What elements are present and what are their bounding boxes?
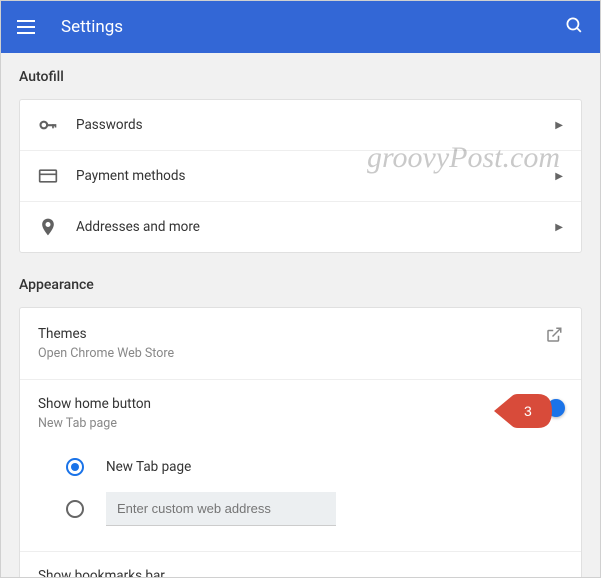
radio-newtab[interactable] <box>66 458 84 476</box>
section-title-appearance: Appearance <box>19 277 582 293</box>
show-home-button-row: Show home button New Tab page New Tab pa… <box>20 380 581 552</box>
show-home-sub: New Tab page <box>38 416 533 431</box>
radio-custom-row[interactable] <box>66 491 563 527</box>
addresses-label: Addresses and more <box>76 219 555 235</box>
location-icon <box>38 217 76 237</box>
external-link-icon[interactable] <box>545 326 563 348</box>
autofill-section: Autofill Passwords ▶ Payment methods ▶ <box>1 53 600 261</box>
passwords-label: Passwords <box>76 117 555 133</box>
chevron-right-icon: ▶ <box>555 120 563 131</box>
content-scroll[interactable]: Autofill Passwords ▶ Payment methods ▶ <box>1 53 600 577</box>
themes-title: Themes <box>38 326 545 342</box>
payment-label: Payment methods <box>76 168 555 184</box>
show-bookmarks-row[interactable]: Show bookmarks bar <box>20 552 581 577</box>
page-title: Settings <box>61 17 565 37</box>
appearance-card: Themes Open Chrome Web Store Show home b… <box>19 307 582 577</box>
radio-newtab-label: New Tab page <box>106 459 191 475</box>
show-home-title: Show home button <box>38 396 533 412</box>
card-icon <box>38 166 76 186</box>
menu-icon[interactable] <box>17 15 41 39</box>
payment-row[interactable]: Payment methods ▶ <box>20 151 581 202</box>
search-icon[interactable] <box>565 16 584 39</box>
themes-sub: Open Chrome Web Store <box>38 346 545 361</box>
appearance-section: Appearance Themes Open Chrome Web Store … <box>1 261 600 577</box>
addresses-row[interactable]: Addresses and more ▶ <box>20 202 581 252</box>
passwords-row[interactable]: Passwords ▶ <box>20 100 581 151</box>
section-title-autofill: Autofill <box>19 69 582 85</box>
home-radio-group: New Tab page <box>38 449 563 527</box>
chevron-right-icon: ▶ <box>555 171 563 182</box>
show-bookmarks-label: Show bookmarks bar <box>38 568 165 577</box>
radio-newtab-row[interactable]: New Tab page <box>66 449 563 485</box>
themes-row[interactable]: Themes Open Chrome Web Store <box>20 308 581 380</box>
key-icon <box>38 115 76 135</box>
autofill-card: Passwords ▶ Payment methods ▶ Addresses … <box>19 99 582 253</box>
chevron-right-icon: ▶ <box>555 222 563 233</box>
radio-custom[interactable] <box>66 500 84 518</box>
show-home-toggle[interactable] <box>533 402 563 416</box>
settings-header: Settings <box>1 1 600 53</box>
custom-url-input[interactable] <box>106 492 336 526</box>
